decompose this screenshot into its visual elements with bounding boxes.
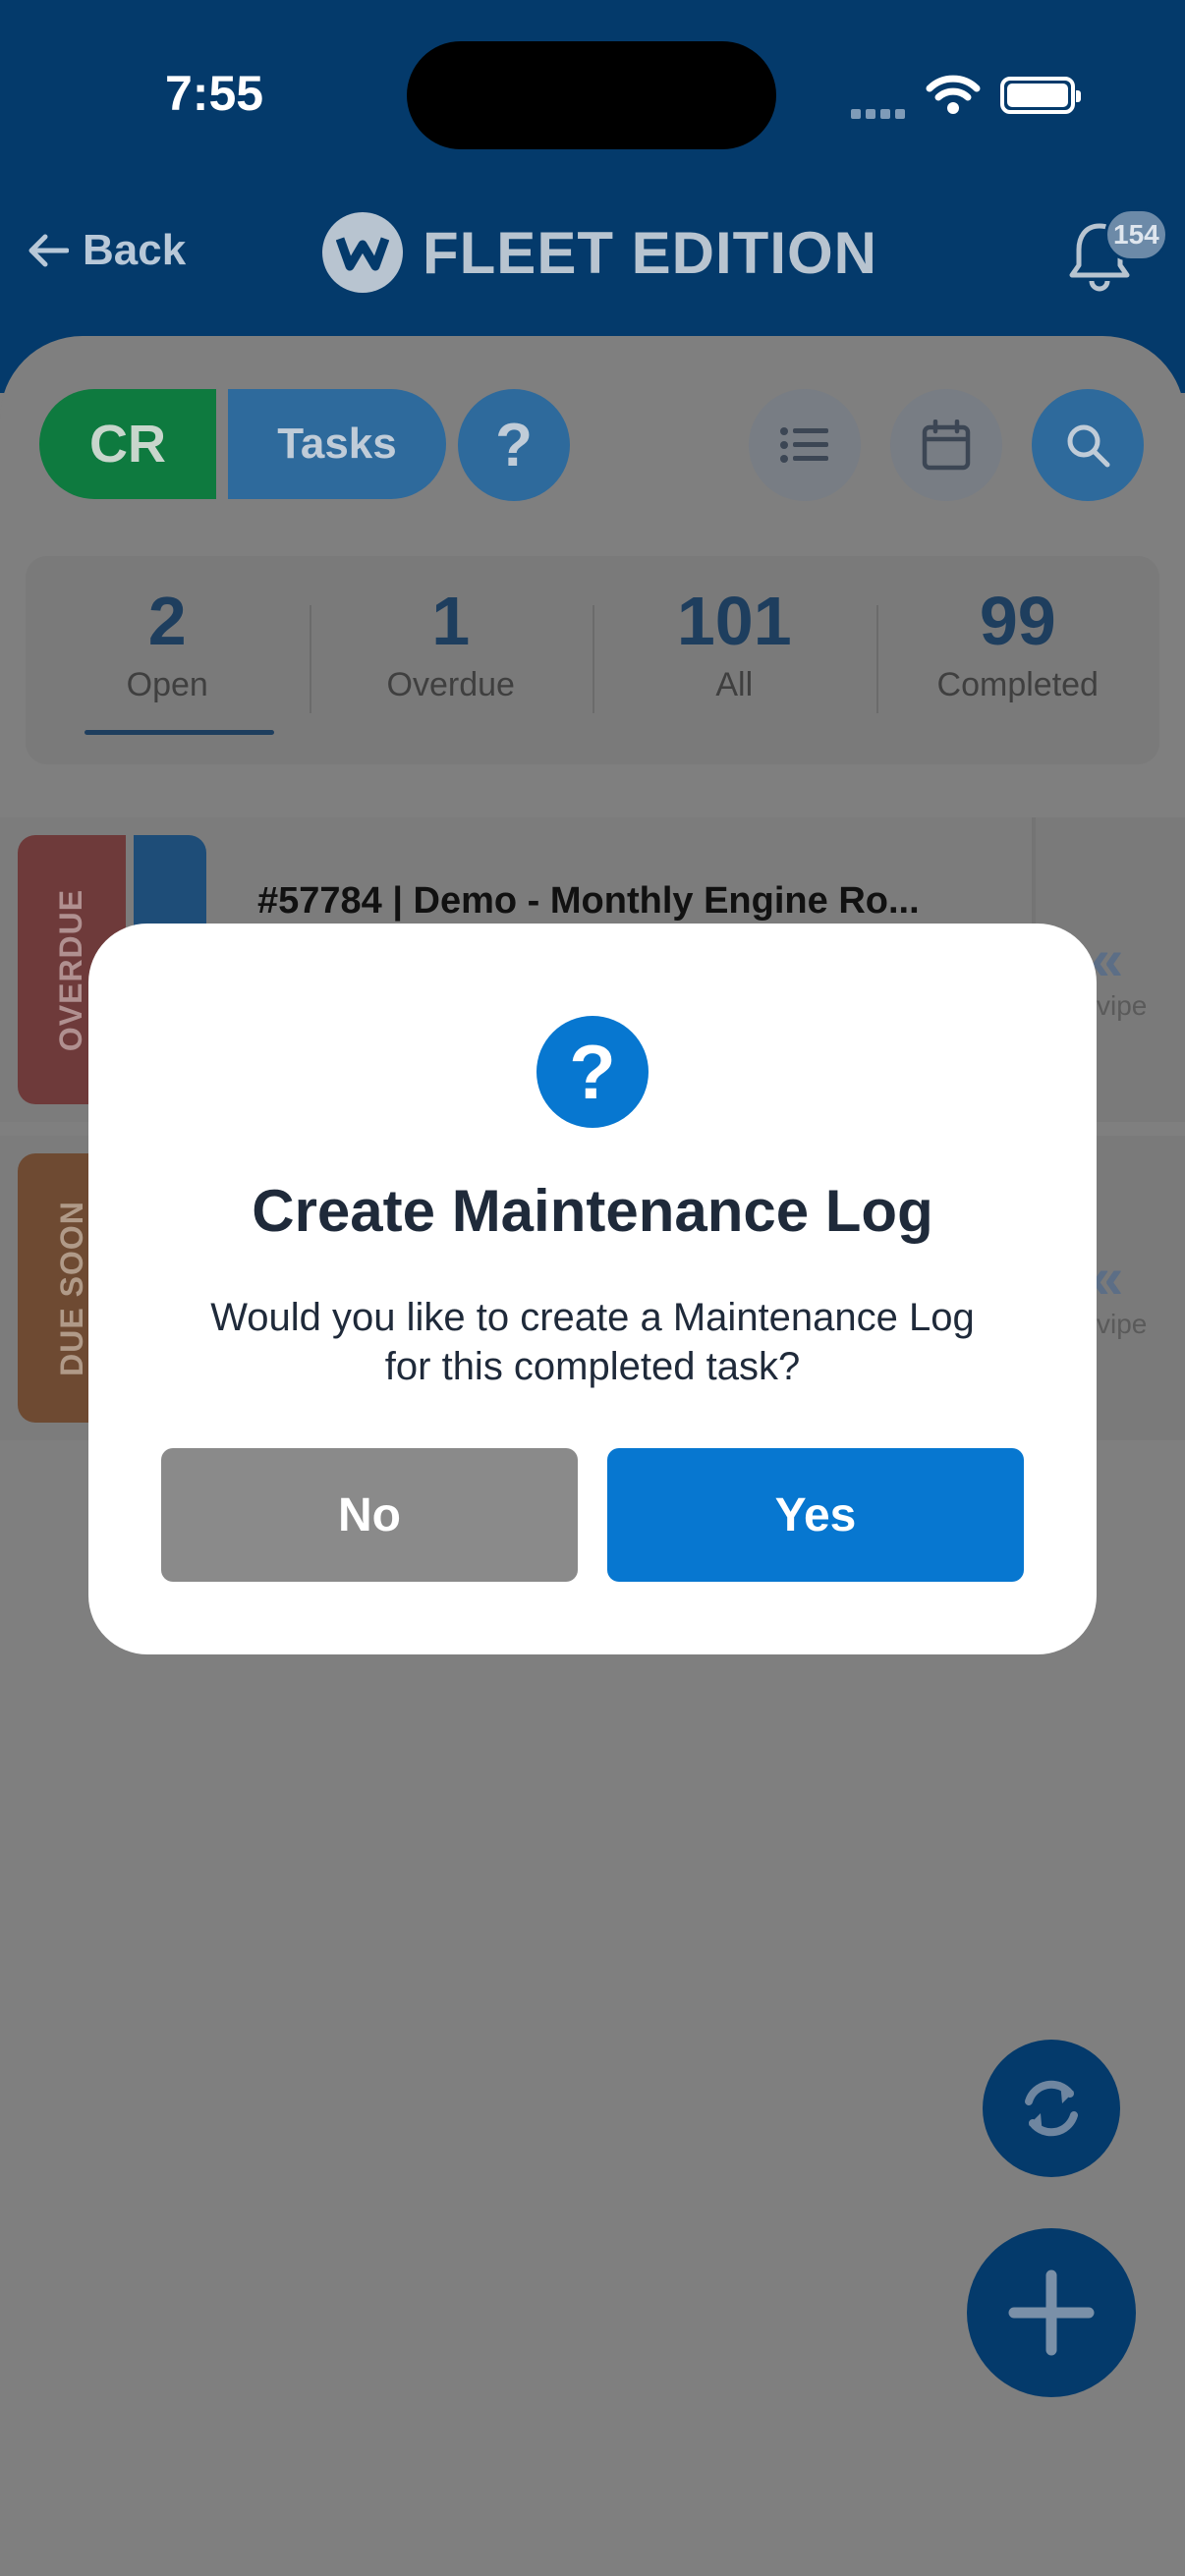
cr-toggle[interactable]: CR <box>39 389 216 499</box>
notification-badge: 154 <box>1104 208 1168 261</box>
status-icons <box>845 71 1081 122</box>
list-icon <box>780 427 828 463</box>
tasks-toggle[interactable]: Tasks <box>228 389 446 499</box>
battery-icon <box>1000 77 1081 114</box>
search-icon <box>1067 424 1110 468</box>
sync-icon <box>1025 2080 1078 2137</box>
stat-label: Overdue <box>386 665 515 703</box>
calendar-button[interactable] <box>890 389 1002 501</box>
stat-label: Open <box>126 665 208 703</box>
back-label: Back <box>83 226 187 274</box>
task-stats: 2 Open 1 Overdue 101 All 99 Completed <box>26 556 1159 764</box>
back-button[interactable]: Back <box>28 226 186 275</box>
stat-completed[interactable]: 99 Completed <box>875 556 1160 764</box>
logo-mark-icon <box>322 212 403 293</box>
wifi-icon <box>926 75 981 114</box>
status-time: 7:55 <box>165 66 264 121</box>
dialog-message: Would you like to create a Maintenance L… <box>147 1293 1038 1391</box>
calendar-icon <box>922 420 971 471</box>
help-button[interactable]: ? <box>458 389 570 501</box>
stat-label: Completed <box>936 665 1099 703</box>
brand-logo: FLEET EDITION <box>322 212 877 293</box>
brand-text: FLEET EDITION <box>423 219 877 286</box>
status-tag-label: DUE SOON <box>53 1200 89 1376</box>
dynamic-island <box>407 41 776 149</box>
no-button[interactable]: No <box>161 1448 578 1582</box>
plus-icon <box>1008 2269 1095 2356</box>
top-bar: 7:55 Back FLEET EDITION 154 <box>0 0 1185 393</box>
list-view-button[interactable] <box>749 389 861 501</box>
sync-button[interactable] <box>983 2040 1120 2177</box>
stat-value: 2 <box>147 583 187 659</box>
dialog-message-line1: Would you like to create a Maintenance L… <box>210 1296 975 1339</box>
search-button[interactable] <box>1032 389 1144 501</box>
stat-open[interactable]: 2 Open <box>26 556 310 764</box>
stat-label: All <box>715 665 754 703</box>
stat-value: 1 <box>431 583 471 659</box>
dialog-title: Create Maintenance Log <box>252 1178 933 1244</box>
active-tab-indicator <box>85 730 274 735</box>
arrow-left-icon <box>28 234 69 267</box>
status-tag-label: OVERDUE <box>53 888 89 1051</box>
swipe-label: vipe <box>1097 990 1148 1021</box>
stat-value: 101 <box>676 583 792 659</box>
stat-value: 99 <box>979 583 1056 659</box>
swipe-label: vipe <box>1097 1309 1148 1339</box>
yes-button[interactable]: Yes <box>607 1448 1024 1582</box>
stat-all[interactable]: 101 All <box>592 556 876 764</box>
dialog-message-line2: for this completed task? <box>384 1345 801 1388</box>
stat-overdue[interactable]: 1 Overdue <box>309 556 593 764</box>
question-icon: ? <box>536 1016 649 1128</box>
signal-icon <box>851 106 910 124</box>
create-maintenance-log-dialog: ? Create Maintenance Log Would you like … <box>88 924 1097 1654</box>
task-title: #57784 | Demo - Monthly Engine Ro... <box>257 880 920 922</box>
add-task-button[interactable] <box>967 2228 1136 2397</box>
